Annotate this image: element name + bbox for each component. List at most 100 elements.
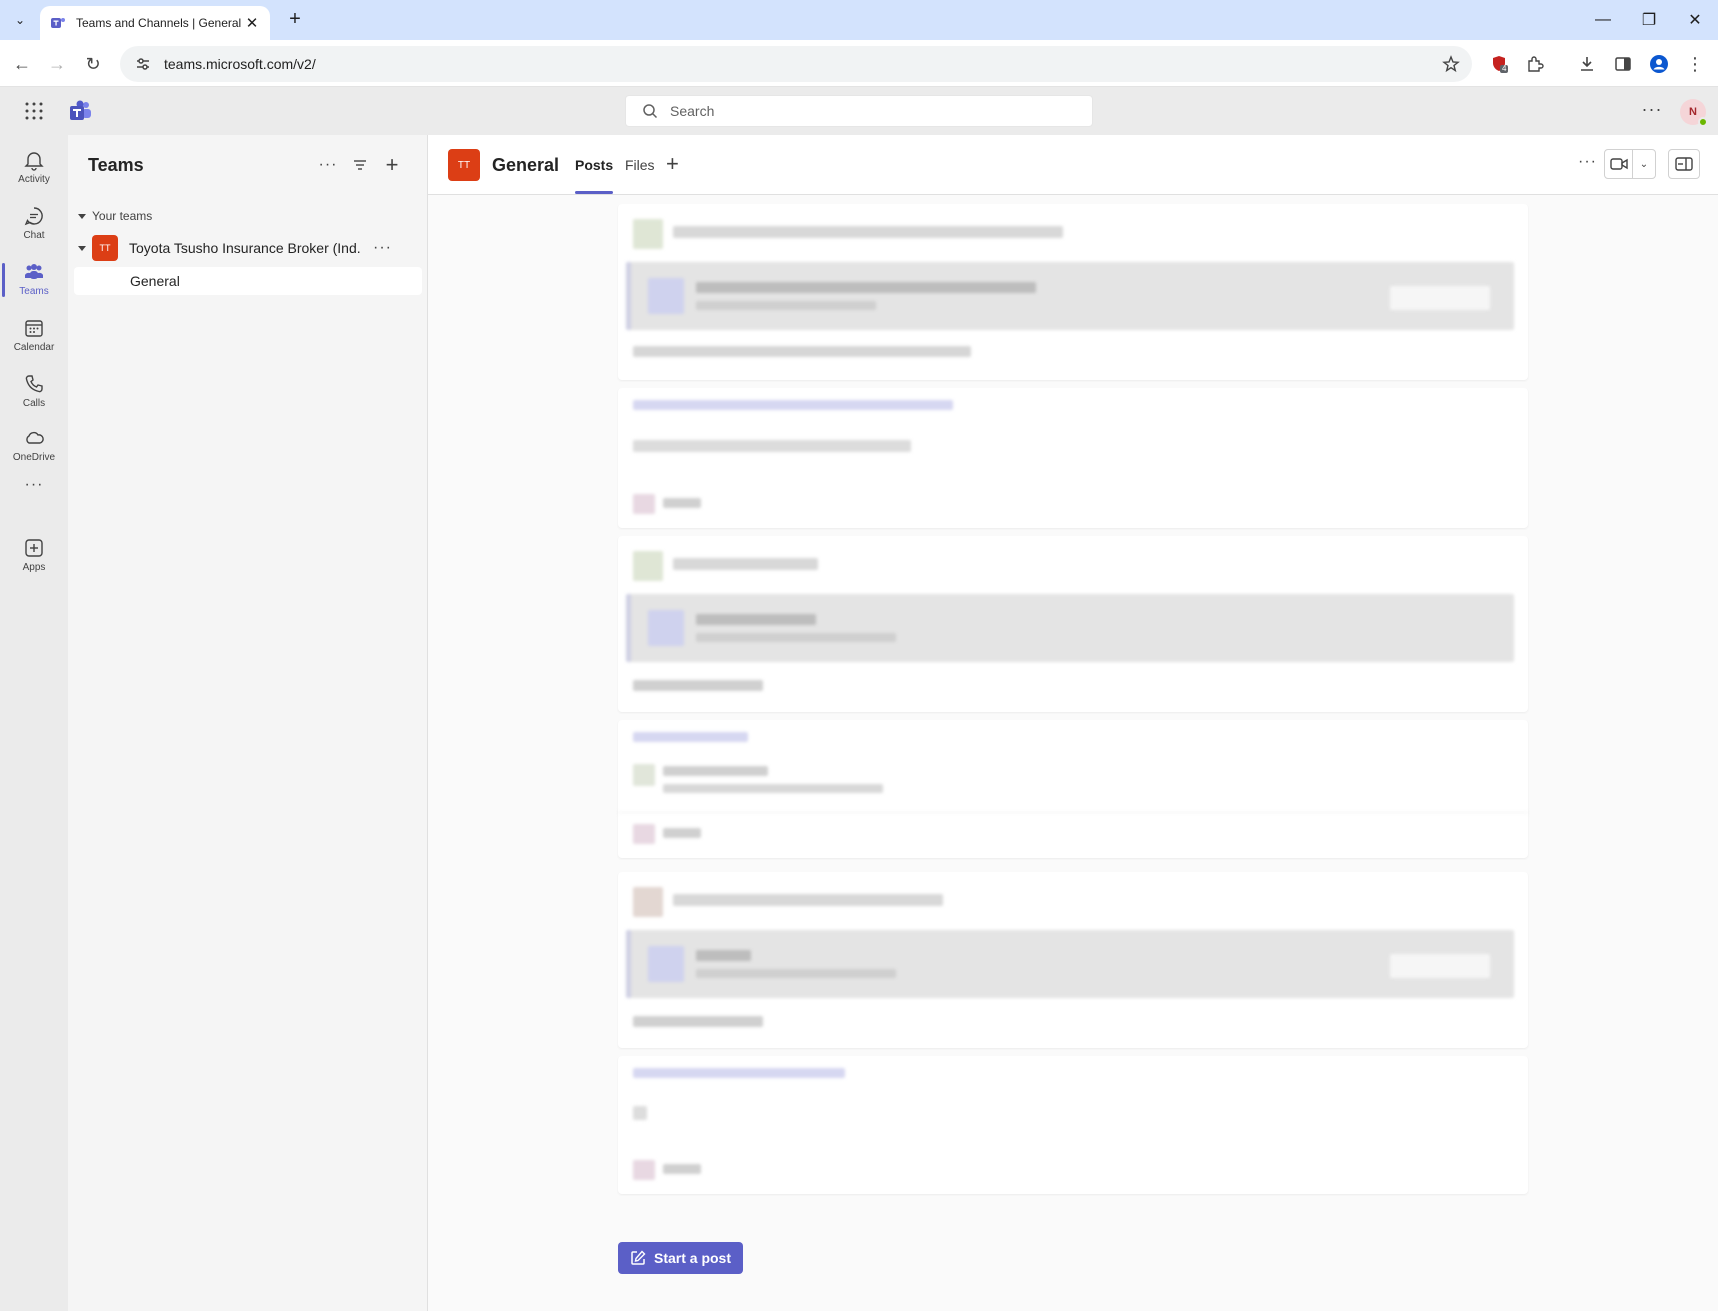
tab-label: Posts <box>575 157 614 173</box>
attachment-icon <box>648 278 684 314</box>
browser-tab[interactable]: Teams and Channels | General | ✕ <box>40 6 270 40</box>
app-rail: Activity Chat Teams Calendar Calls OneDr… <box>0 135 68 1311</box>
side-panel-icon[interactable] <box>1610 51 1636 77</box>
video-camera-icon[interactable] <box>1605 150 1633 178</box>
add-tab-icon[interactable]: + <box>666 151 679 177</box>
post-text <box>633 1106 647 1120</box>
attachment-icon <box>648 946 684 982</box>
forward-icon[interactable]: → <box>44 51 70 77</box>
phone-icon <box>25 375 43 393</box>
post-card[interactable] <box>618 872 1528 1048</box>
rail-item-calls[interactable]: Calls <box>0 365 68 417</box>
channel-avatar: TT <box>448 149 480 181</box>
cloud-icon <box>26 431 44 444</box>
restore-icon[interactable]: ❐ <box>1626 0 1672 40</box>
bookmark-star-icon[interactable] <box>1442 55 1460 73</box>
calendar-icon <box>25 320 43 337</box>
attachment-subtitle <box>696 301 876 310</box>
browser-toolbar: ← → ↻ teams.microsoft.com/v2/ 4 ⋮ <box>0 40 1718 87</box>
avatar[interactable]: N <box>1680 99 1708 127</box>
extension-shield-icon[interactable]: 4 <box>1486 51 1512 77</box>
new-tab-button[interactable]: + <box>282 8 308 32</box>
post-card[interactable] <box>618 204 1528 380</box>
meet-button[interactable]: ⌄ <box>1604 149 1656 179</box>
teams-list-pane: Teams ··· + Your teams TT Toyota Tsusho … <box>68 135 428 1311</box>
profile-icon[interactable] <box>1646 51 1672 77</box>
divider <box>618 812 1528 813</box>
rail-item-chat[interactable]: Chat <box>0 197 68 249</box>
settings-more-icon[interactable]: ··· <box>1640 99 1664 123</box>
post-card[interactable] <box>618 388 1528 528</box>
rail-item-onedrive[interactable]: OneDrive <box>0 419 68 471</box>
chevron-down-icon <box>78 213 86 219</box>
filter-icon[interactable] <box>348 153 372 177</box>
reply-count <box>663 498 701 508</box>
chevron-down-icon <box>78 245 86 251</box>
post-card[interactable] <box>618 536 1528 712</box>
channel-more-icon[interactable]: ··· <box>1578 153 1597 171</box>
post-avatar <box>633 764 655 786</box>
rail-item-activity[interactable]: Activity <box>0 141 68 193</box>
post-card[interactable] <box>618 720 1528 858</box>
close-window-icon[interactable]: ✕ <box>1672 0 1718 40</box>
extensions-puzzle-icon[interactable] <box>1522 51 1548 77</box>
start-post-button[interactable]: Start a post <box>618 1242 743 1274</box>
post-subject <box>633 1068 845 1078</box>
channel-header: TT General Posts Files + ··· ⌄ <box>428 135 1718 195</box>
reply-avatar <box>633 494 655 514</box>
post-author-line <box>673 558 818 570</box>
back-icon[interactable]: ← <box>9 51 35 77</box>
rail-label: Chat <box>23 230 45 241</box>
reply-count <box>663 1164 701 1174</box>
attachment-title <box>696 614 816 625</box>
team-item[interactable]: TT Toyota Tsusho Insurance Broker (Ind..… <box>68 231 428 265</box>
teams-more-icon[interactable]: ··· <box>316 153 340 177</box>
channel-info-icon[interactable] <box>1668 149 1700 179</box>
browser-tabstrip: ⌄ Teams and Channels | General | ✕ + — ❐… <box>0 0 1718 40</box>
more-apps-icon[interactable]: ··· <box>0 471 68 499</box>
tab-posts[interactable]: Posts <box>575 157 614 194</box>
post-card-attachment[interactable] <box>626 262 1514 330</box>
search-input[interactable]: Search <box>625 95 1093 127</box>
downloads-icon[interactable] <box>1574 51 1600 77</box>
post-text <box>633 680 763 691</box>
create-team-icon[interactable]: + <box>380 152 404 177</box>
post-card-attachment[interactable] <box>626 594 1514 662</box>
search-icon <box>643 104 658 119</box>
post-avatar <box>633 887 663 917</box>
tab-search-icon[interactable]: ⌄ <box>8 8 32 32</box>
attachment-subtitle <box>696 633 896 642</box>
attachment-action[interactable] <box>1390 954 1490 978</box>
team-more-icon[interactable]: ··· <box>373 239 392 257</box>
chevron-down-icon[interactable]: ⌄ <box>1633 159 1655 170</box>
site-settings-icon[interactable] <box>134 55 152 73</box>
your-teams-section[interactable]: Your teams <box>78 209 152 223</box>
tab-close-icon[interactable]: ✕ <box>244 14 260 32</box>
post-text <box>633 346 971 357</box>
post-card-attachment[interactable] <box>626 930 1514 998</box>
reload-icon[interactable]: ↻ <box>80 51 106 77</box>
rail-label: Apps <box>22 562 46 573</box>
start-post-label: Start a post <box>653 1250 731 1266</box>
rail-item-calendar[interactable]: Calendar <box>0 309 68 361</box>
teams-favicon-icon <box>51 18 65 28</box>
app-launcher-icon[interactable] <box>24 101 44 121</box>
tab-files[interactable]: Files <box>625 157 655 173</box>
channel-name: General <box>130 273 180 289</box>
channel-item-general[interactable]: General <box>74 267 422 295</box>
minimize-icon[interactable]: — <box>1580 0 1626 40</box>
tab-label: Files <box>625 157 655 173</box>
attachment-subtitle <box>696 969 896 978</box>
teams-logo-icon <box>70 100 91 120</box>
address-bar[interactable]: teams.microsoft.com/v2/ <box>120 46 1472 82</box>
post-subject <box>633 400 953 410</box>
post-author-line <box>673 226 1063 238</box>
attachment-action[interactable] <box>1390 286 1490 310</box>
rail-item-apps[interactable]: Apps <box>0 529 68 581</box>
rail-item-teams[interactable]: Teams <box>0 253 68 305</box>
compose-icon <box>631 1250 646 1265</box>
rail-label: Calls <box>22 398 46 409</box>
post-avatar <box>633 219 663 249</box>
browser-menu-icon[interactable]: ⋮ <box>1682 51 1708 77</box>
post-card[interactable] <box>618 1056 1528 1194</box>
